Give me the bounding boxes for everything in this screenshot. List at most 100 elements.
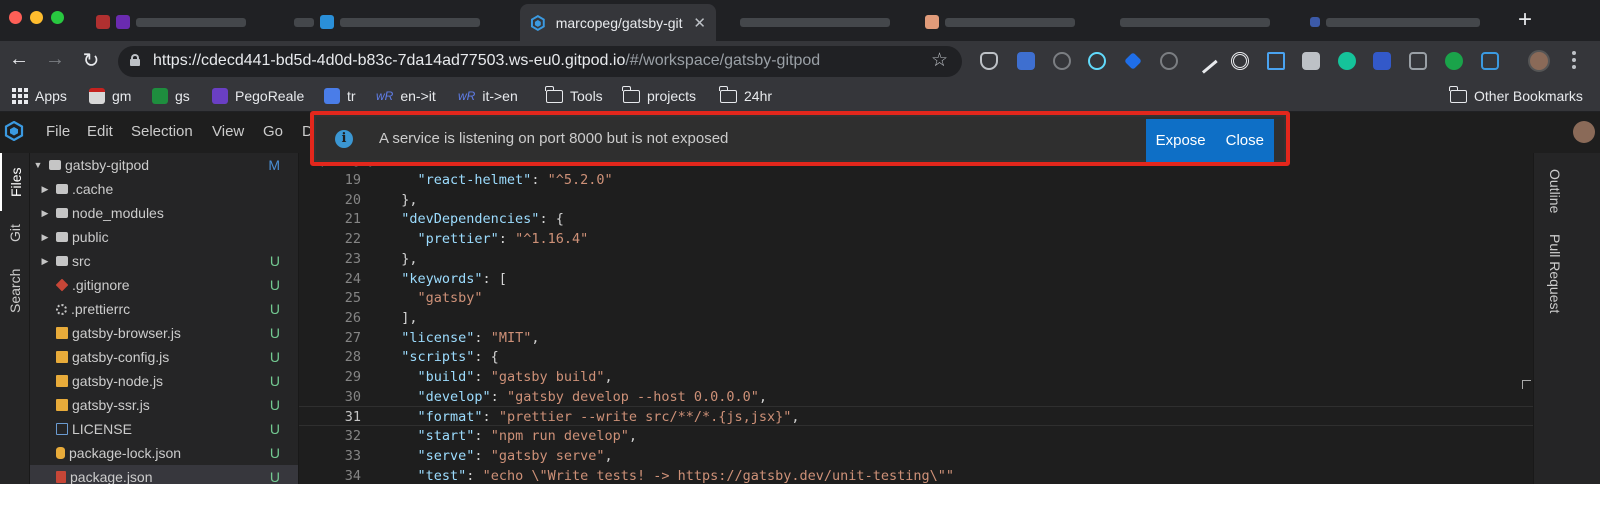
code-line[interactable]: 19 "react-helmet": "^5.2.0"	[299, 170, 1533, 190]
tree-item-file[interactable]: gatsby-node.js U	[30, 369, 298, 393]
extension-icon[interactable]	[1053, 52, 1071, 70]
reload-button[interactable]: ↻	[79, 48, 103, 73]
tree-item-file[interactable]: .prettierrc U	[30, 297, 298, 321]
react-devtools-icon[interactable]	[1088, 52, 1106, 70]
code-line[interactable]: 29 "build": "gatsby build",	[299, 367, 1533, 387]
tree-item-file-selected[interactable]: package.json U	[30, 465, 298, 484]
code-line[interactable]: 31 "format": "prettier --write src/**/*.…	[299, 406, 1533, 427]
notification-actions: Expose Close	[1145, 119, 1274, 162]
browser-tab[interactable]	[1110, 8, 1280, 36]
user-avatar[interactable]	[1573, 121, 1595, 143]
tree-item-folder[interactable]: ▶ .cache	[30, 177, 298, 201]
chat-extension-icon[interactable]	[1302, 52, 1320, 70]
extension-icon[interactable]	[1373, 52, 1391, 70]
code-line[interactable]: 26 ],	[299, 308, 1533, 328]
bookmark-gm[interactable]: gm	[89, 88, 131, 104]
menu-edit[interactable]: Edit	[87, 123, 113, 140]
code-line[interactable]: 25 "gatsby"	[299, 288, 1533, 308]
bookmark-folder-projects[interactable]: projects	[622, 85, 696, 104]
gitpod-logo-icon[interactable]	[4, 121, 24, 141]
browser-tab[interactable]	[284, 8, 504, 36]
other-bookmarks[interactable]: Other Bookmarks	[1449, 85, 1583, 104]
code-line[interactable]: 33 "serve": "gatsby serve",	[299, 446, 1533, 466]
extension-icon[interactable]	[1017, 52, 1035, 70]
tab-pull-request[interactable]: Pull Request	[1540, 229, 1570, 319]
profile-avatar[interactable]	[1528, 50, 1550, 72]
bookmark-gs[interactable]: gs	[152, 88, 190, 104]
tab-outline[interactable]: Outline	[1540, 153, 1570, 229]
menu-file[interactable]: File	[46, 123, 70, 140]
extension-icon[interactable]	[1445, 52, 1463, 70]
active-browser-tab[interactable]: marcopeg/gatsby-gitpod ✕	[520, 4, 716, 41]
new-tab-button[interactable]: +	[1518, 6, 1532, 34]
bookmark-apps[interactable]: Apps	[12, 88, 67, 104]
menu-go[interactable]: Go	[263, 123, 283, 140]
back-button[interactable]: ←	[7, 48, 31, 71]
tab-search[interactable]: Search	[0, 256, 30, 326]
tab-files[interactable]: Files	[0, 153, 30, 211]
tab-git[interactable]: Git	[0, 211, 30, 256]
bookmark-star-icon[interactable]: ☆	[931, 49, 948, 72]
tree-root[interactable]: ▼ gatsby-gitpod M	[30, 153, 298, 177]
tree-item-file[interactable]: gatsby-browser.js U	[30, 321, 298, 345]
close-button[interactable]: Close	[1216, 132, 1274, 149]
extension-icon[interactable]	[1409, 52, 1427, 70]
bookmark-folder-24hr[interactable]: 24hr	[719, 85, 772, 104]
bookmark-folder-tools[interactable]: Tools	[545, 85, 603, 104]
menu-selection[interactable]: Selection	[131, 123, 193, 140]
lock-icon[interactable]	[130, 54, 140, 66]
info-extension-icon[interactable]	[1160, 52, 1178, 70]
maximize-window-button[interactable]	[51, 11, 64, 24]
dropbox-icon[interactable]	[1124, 52, 1142, 70]
menu-view[interactable]: View	[212, 123, 244, 140]
code-line[interactable]: 21 "devDependencies": {	[299, 209, 1533, 229]
code-line[interactable]: 30 "develop": "gatsby develop --host 0.0…	[299, 387, 1533, 407]
gitpod-extension-icon[interactable]	[1481, 52, 1499, 70]
forward-button[interactable]: →	[43, 48, 67, 71]
pocket-extension-icon[interactable]	[980, 52, 998, 70]
browser-tab[interactable]	[1300, 8, 1490, 36]
bookmark-en-it[interactable]: wR en->it	[376, 88, 436, 104]
chevron-right-icon[interactable]: ▶	[39, 256, 51, 267]
tree-item-folder[interactable]: ▶ public	[30, 225, 298, 249]
tree-item-file[interactable]: package-lock.json U	[30, 441, 298, 465]
browser-tab[interactable]	[730, 8, 900, 36]
chevron-right-icon[interactable]: ▶	[39, 184, 51, 195]
line-number: 26	[344, 309, 361, 326]
close-tab-icon[interactable]: ✕	[693, 14, 706, 32]
tree-item-file[interactable]: gatsby-config.js U	[30, 345, 298, 369]
bookmark-tr[interactable]: tr	[324, 88, 356, 104]
screen-extension-icon[interactable]	[1267, 52, 1285, 70]
chrome-menu-icon[interactable]	[1572, 51, 1576, 72]
apps-grid-icon	[12, 88, 28, 104]
code-editor[interactable]: package.json 19 "react-helmet": "^5.2.0"…	[299, 153, 1533, 484]
code-line[interactable]: 20 },	[299, 190, 1533, 210]
browser-tab[interactable]	[915, 8, 1095, 36]
tree-item-file[interactable]: .gitignore U	[30, 273, 298, 297]
chevron-down-icon[interactable]: ▼	[32, 160, 44, 170]
tree-item-folder[interactable]: ▶ node_modules	[30, 201, 298, 225]
code-line[interactable]: 28 "scripts": {	[299, 347, 1533, 367]
url-field[interactable]: https://cdecd441-bd5d-4d0d-b83c-7da14ad7…	[118, 46, 962, 77]
code-line[interactable]: 32 "start": "npm run develop",	[299, 426, 1533, 446]
code-line[interactable]: 22 "prettier": "^1.16.4"	[299, 229, 1533, 249]
chevron-right-icon[interactable]: ▶	[39, 208, 51, 219]
pen-extension-icon[interactable]	[1192, 48, 1218, 74]
code-line[interactable]: 27 "license": "MIT",	[299, 328, 1533, 348]
grammarly-icon[interactable]	[1338, 52, 1356, 70]
expose-button[interactable]: Expose	[1146, 132, 1216, 149]
close-window-button[interactable]	[9, 11, 22, 24]
code-line[interactable]: 23 },	[299, 249, 1533, 269]
minimize-window-button[interactable]	[30, 11, 43, 24]
tree-item-file[interactable]: gatsby-ssr.js U	[30, 393, 298, 417]
code-line[interactable]: 34 "test": "echo \"Write tests! -> https…	[299, 466, 1533, 485]
target-extension-icon[interactable]	[1231, 52, 1249, 70]
code-line[interactable]: 24 "keywords": [	[299, 269, 1533, 289]
tree-item-file[interactable]: LICENSE U	[30, 417, 298, 441]
minimap-slider[interactable]	[1522, 380, 1531, 389]
bookmark-pegoreale[interactable]: PegoReale	[212, 88, 304, 104]
tree-item-folder[interactable]: ▶ src U	[30, 249, 298, 273]
browser-tab[interactable]	[86, 8, 256, 36]
chevron-right-icon[interactable]: ▶	[39, 232, 51, 243]
bookmark-it-en[interactable]: wR it->en	[458, 88, 518, 104]
